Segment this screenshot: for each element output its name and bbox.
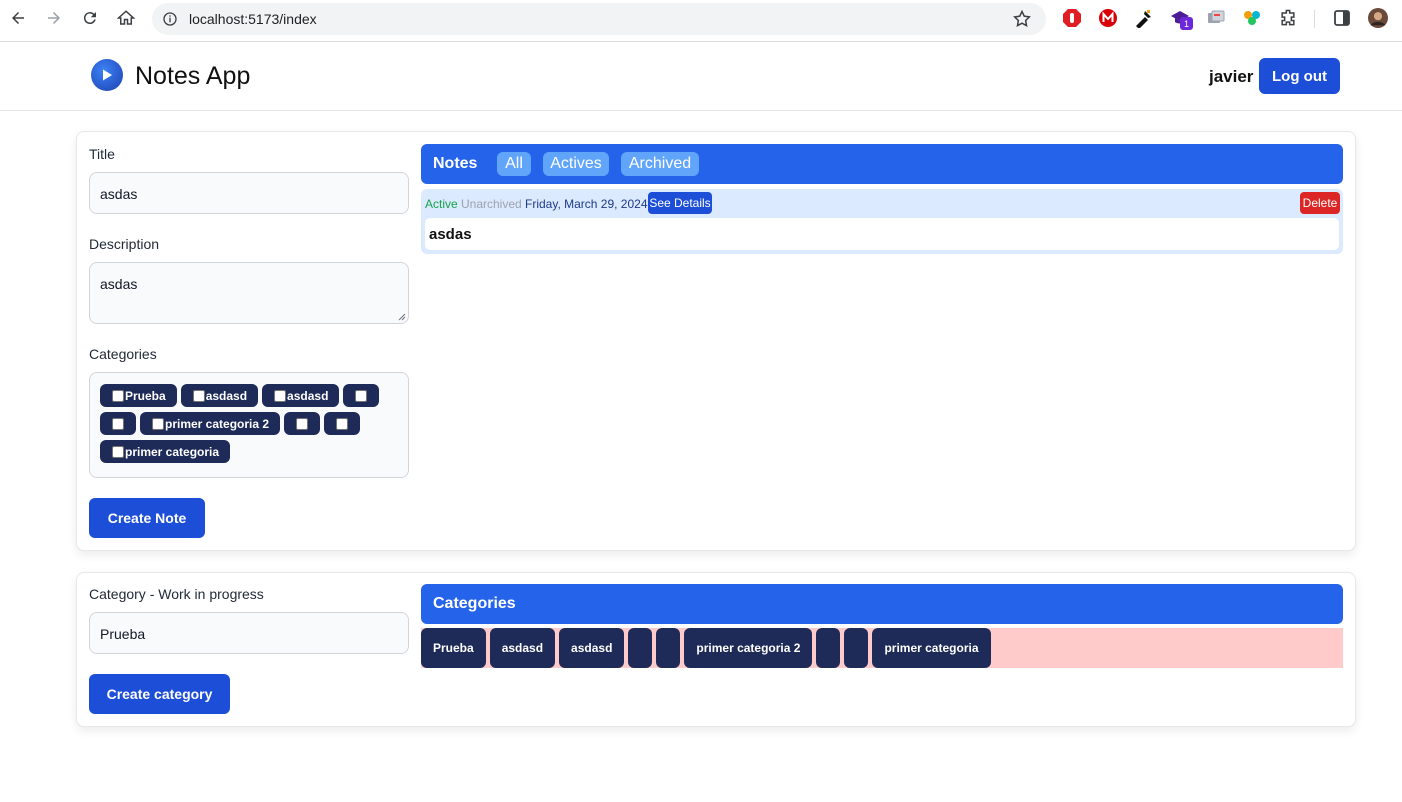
url-text[interactable]: localhost:5173/index (189, 11, 317, 27)
category-form-label: Category - Work in progress (89, 586, 264, 602)
app-header: Notes App javier Log out (0, 42, 1402, 111)
description-textarea[interactable]: asdas (89, 262, 409, 324)
delete-note-button[interactable]: Delete (1300, 192, 1340, 214)
forward-button[interactable] (40, 6, 68, 30)
note-archive-status: Unarchived (461, 197, 522, 211)
note-status: Active (425, 197, 458, 211)
title-input[interactable]: asdas (89, 172, 409, 214)
home-icon (117, 10, 135, 25)
forward-arrow-icon (48, 12, 60, 24)
category-chip[interactable] (844, 628, 869, 668)
category-chip[interactable] (816, 628, 841, 668)
reload-button[interactable] (76, 6, 104, 30)
category-checkbox-chip[interactable]: asdasd (262, 384, 340, 407)
category-list: Prueba asdasd asdasd primer categoria 2 … (421, 628, 1343, 668)
categories-label: Categories (89, 346, 157, 362)
category-checkbox-chip[interactable] (324, 412, 361, 435)
checkbox[interactable] (112, 417, 124, 430)
back-arrow-icon (12, 12, 24, 24)
username: javier (1209, 67, 1254, 86)
logout-button[interactable]: Log out (1259, 58, 1340, 94)
checkbox[interactable] (112, 445, 124, 458)
categories-header-bar: Categories (421, 584, 1343, 624)
back-button[interactable] (4, 6, 32, 30)
extension-badge: 1 (1180, 17, 1193, 30)
checkbox[interactable] (112, 389, 124, 402)
checkbox[interactable] (336, 417, 349, 430)
cards-extension-icon[interactable] (1206, 8, 1226, 28)
flower-extension-icon[interactable] (1242, 8, 1262, 28)
create-category-button[interactable]: Create category (89, 674, 230, 714)
description-text: asdas (100, 276, 138, 292)
category-checkbox-chip[interactable] (100, 412, 136, 435)
mega-extension-icon[interactable] (1098, 8, 1118, 28)
category-checkbox-chip[interactable]: Prueba (100, 384, 177, 407)
create-note-button[interactable]: Create Note (89, 498, 205, 538)
category-checkbox-list: Prueba asdasd asdasd primer categoria 2 … (89, 372, 409, 478)
category-checkbox-chip[interactable] (343, 384, 380, 407)
address-bar[interactable]: localhost:5173/index (152, 3, 1046, 35)
browser-toolbar: localhost:5173/index 1 (0, 0, 1402, 42)
category-checkbox-chip[interactable]: asdasd (180, 384, 259, 407)
profile-avatar[interactable] (1368, 8, 1388, 28)
info-icon[interactable] (162, 11, 178, 27)
category-checkbox-chip[interactable]: primer categoria 2 (140, 412, 281, 435)
checkbox[interactable] (192, 389, 205, 402)
app-logo-icon (91, 59, 123, 91)
see-details-button[interactable]: See Details (648, 192, 712, 214)
side-panel-icon[interactable] (1332, 8, 1352, 28)
note-title[interactable]: asdas (425, 218, 1339, 250)
app-title: Notes App (135, 62, 251, 90)
graduation-extension-icon[interactable]: 1 (1170, 8, 1193, 30)
checkbox[interactable] (274, 389, 287, 402)
notes-title: Notes (433, 155, 478, 172)
category-chip[interactable]: Prueba (421, 628, 486, 668)
home-button[interactable] (112, 6, 140, 30)
resize-handle-icon[interactable] (398, 313, 406, 321)
category-checkbox-chip[interactable] (284, 412, 321, 435)
checkbox[interactable] (355, 389, 368, 402)
filter-archived-button[interactable]: Archived (621, 152, 699, 176)
extensions-puzzle-icon[interactable] (1278, 8, 1298, 28)
toolbar-divider (1314, 10, 1315, 28)
category-chip[interactable] (628, 628, 653, 668)
reload-icon (83, 12, 96, 25)
title-label: Title (89, 146, 115, 162)
category-checkbox-chip[interactable]: primer categoria (100, 440, 231, 463)
categories-title: Categories (433, 595, 516, 612)
note-card: Active Unarchived Friday, March 29, 2024… (421, 189, 1343, 254)
eyedropper-extension-icon[interactable] (1134, 8, 1154, 28)
checkbox[interactable] (152, 417, 164, 430)
adblock-extension-icon[interactable] (1062, 8, 1082, 28)
filter-actives-button[interactable]: Actives (543, 152, 609, 176)
checkbox[interactable] (296, 417, 309, 430)
category-chip[interactable]: asdasd (489, 628, 556, 668)
bookmark-star-icon[interactable] (1012, 9, 1032, 29)
category-chip[interactable]: primer categoria (872, 628, 991, 668)
category-name-input[interactable]: Prueba (89, 612, 409, 654)
filter-all-button[interactable]: All (497, 152, 531, 176)
description-label: Description (89, 236, 160, 252)
category-chip[interactable] (656, 628, 681, 668)
category-chip[interactable]: asdasd (559, 628, 625, 668)
category-chip[interactable]: primer categoria 2 (684, 628, 813, 668)
notes-header-bar: Notes All Actives Archived (421, 144, 1343, 184)
note-date: Friday, March 29, 2024 (525, 197, 648, 211)
